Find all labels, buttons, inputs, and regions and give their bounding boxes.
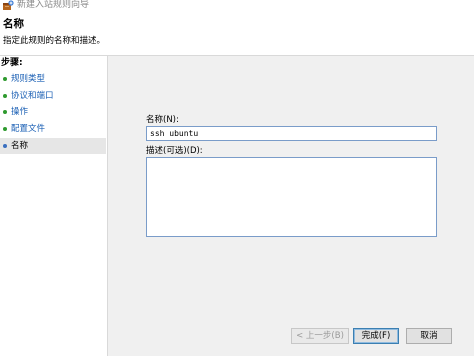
step-label: 配置文件 [11,124,46,134]
step-bullet-icon [3,94,7,98]
step-bullet-icon [3,144,7,148]
step-name[interactable]: 名称 [0,138,106,154]
finish-button[interactable]: 完成(F) [353,328,399,344]
name-input[interactable]: ssh ubuntu [146,126,437,141]
step-label: 名称 [11,141,29,151]
step-label: 规则类型 [11,74,46,84]
step-protocol-ports[interactable]: 协议和端口 [0,88,106,104]
step-label: 操作 [11,107,29,117]
wizard-header: 名称 指定此规则的名称和描述。 [0,13,474,55]
step-rule-type[interactable]: 规则类型 [0,71,106,87]
page-subtitle: 指定此规则的名称和描述。 [3,36,106,46]
firewall-rule-icon [3,0,14,10]
step-profile[interactable]: 配置文件 [0,121,106,137]
name-label: 名称(N): [146,115,179,125]
step-bullet-icon [3,77,7,81]
step-action[interactable]: 操作 [0,104,106,120]
content-panel: 名称(N): ssh ubuntu 描述(可选)(D): < 上一步(B) 完成… [108,56,474,356]
steps-panel: 步骤: 规则类型 协议和端口 操作 配置文件 名称 [0,56,107,356]
step-bullet-icon [3,110,7,114]
steps-heading: 步骤: [1,58,23,68]
page-title: 名称 [3,18,24,30]
title-bar: 新建入站规则向导 [0,0,474,13]
step-label: 协议和端口 [11,91,54,101]
step-bullet-icon [3,127,7,131]
description-label: 描述(可选)(D): [146,146,203,156]
cancel-button[interactable]: 取消 [406,328,452,344]
window-title: 新建入站规则向导 [17,0,90,10]
back-button[interactable]: < 上一步(B) [291,328,349,344]
description-textarea[interactable] [146,157,437,237]
